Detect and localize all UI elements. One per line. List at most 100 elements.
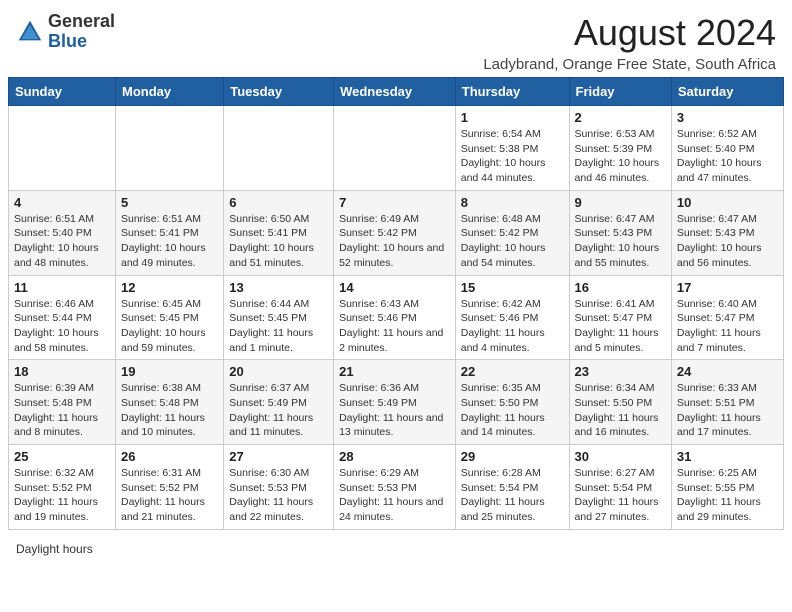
logo-text: General Blue [48, 12, 115, 52]
day-info: Sunrise: 6:47 AMSunset: 5:43 PMDaylight:… [575, 212, 666, 271]
calendar-cell: 21 Sunrise: 6:36 AMSunset: 5:49 PMDayligh… [334, 360, 456, 445]
logo: General Blue [16, 12, 115, 52]
day-number: 21 [339, 364, 450, 379]
day-number: 17 [677, 280, 778, 295]
day-number: 9 [575, 195, 666, 210]
calendar-cell: 13 Sunrise: 6:44 AMSunset: 5:45 PMDayligh… [224, 275, 334, 360]
day-info: Sunrise: 6:34 AMSunset: 5:50 PMDaylight:… [575, 381, 666, 440]
day-info: Sunrise: 6:48 AMSunset: 5:42 PMDaylight:… [461, 212, 564, 271]
calendar-cell: 23Sunrise: 6:34 AMSunset: 5:50 PMDayligh… [569, 360, 671, 445]
day-number: 18 [14, 364, 110, 379]
day-number: 11 [14, 280, 110, 295]
day-number: 6 [229, 195, 328, 210]
day-info: Sunrise: 6:40 AMSunset: 5:47 PMDaylight:… [677, 297, 778, 356]
day-info: Sunrise: 6:46 AMSunset: 5:44 PMDaylight:… [14, 297, 110, 356]
calendar-cell: 4 Sunrise: 6:51 AMSunset: 5:40 PMDaylight… [9, 190, 116, 275]
day-info: Sunrise: 6:25 AMSunset: 5:55 PMDaylight:… [677, 466, 778, 525]
day-number: 14 [339, 280, 450, 295]
day-number: 28 [339, 449, 450, 464]
calendar-cell: 27 Sunrise: 6:30 AMSunset: 5:53 PMDayligh… [224, 445, 334, 530]
calendar-week-4: 18Sunrise: 6:39 AMSunset: 5:48 PMDayligh… [9, 360, 784, 445]
day-info: Sunrise: 6:54 AMSunset: 5:38 PMDaylight:… [461, 127, 564, 186]
calendar-cell: 10Sunrise: 6:47 AMSunset: 5:43 PMDayligh… [671, 190, 783, 275]
logo-icon [16, 18, 44, 46]
day-number: 19 [121, 364, 218, 379]
day-info: Sunrise: 6:33 AMSunset: 5:51 PMDaylight:… [677, 381, 778, 440]
calendar-header-friday: Friday [569, 78, 671, 106]
calendar-cell [9, 106, 116, 191]
day-info: Sunrise: 6:36 AMSunset: 5:49 PMDaylight:… [339, 381, 450, 440]
calendar-cell: 17 Sunrise: 6:40 AMSunset: 5:47 PMDayligh… [671, 275, 783, 360]
calendar-header-sunday: Sunday [9, 78, 116, 106]
day-number: 5 [121, 195, 218, 210]
day-number: 26 [121, 449, 218, 464]
day-info: Sunrise: 6:38 AMSunset: 5:48 PMDaylight:… [121, 381, 218, 440]
day-info: Sunrise: 6:43 AMSunset: 5:46 PMDaylight:… [339, 297, 450, 356]
day-info: Sunrise: 6:30 AMSunset: 5:53 PMDaylight:… [229, 466, 328, 525]
calendar-cell: 2 Sunrise: 6:53 AMSunset: 5:39 PMDaylight… [569, 106, 671, 191]
calendar-cell: 16 Sunrise: 6:41 AMSunset: 5:47 PMDayligh… [569, 275, 671, 360]
calendar-cell: 11 Sunrise: 6:46 AMSunset: 5:44 PMDayligh… [9, 275, 116, 360]
calendar-cell: 15 Sunrise: 6:42 AMSunset: 5:46 PMDayligh… [455, 275, 569, 360]
calendar-cell: 7Sunrise: 6:49 AMSunset: 5:42 PMDaylight… [334, 190, 456, 275]
logo-blue: Blue [48, 31, 87, 51]
day-number: 15 [461, 280, 564, 295]
calendar-week-3: 11 Sunrise: 6:46 AMSunset: 5:44 PMDayligh… [9, 275, 784, 360]
calendar-cell: 26 Sunrise: 6:31 AMSunset: 5:52 PMDayligh… [116, 445, 224, 530]
day-number: 2 [575, 110, 666, 125]
day-number: 1 [461, 110, 564, 125]
day-info: Sunrise: 6:27 AMSunset: 5:54 PMDaylight:… [575, 466, 666, 525]
calendar-header-wednesday: Wednesday [334, 78, 456, 106]
day-number: 29 [461, 449, 564, 464]
logo-general: General [48, 11, 115, 31]
day-number: 10 [677, 195, 778, 210]
calendar-cell: 30 Sunrise: 6:27 AMSunset: 5:54 PMDayligh… [569, 445, 671, 530]
calendar-cell: 24 Sunrise: 6:33 AMSunset: 5:51 PMDayligh… [671, 360, 783, 445]
day-info: Sunrise: 6:42 AMSunset: 5:46 PMDaylight:… [461, 297, 564, 356]
day-info: Sunrise: 6:51 AMSunset: 5:41 PMDaylight:… [121, 212, 218, 271]
calendar-cell: 29Sunrise: 6:28 AMSunset: 5:54 PMDayligh… [455, 445, 569, 530]
calendar-cell: 9 Sunrise: 6:47 AMSunset: 5:43 PMDaylight… [569, 190, 671, 275]
calendar-cell: 31 Sunrise: 6:25 AMSunset: 5:55 PMDayligh… [671, 445, 783, 530]
calendar-cell: 3Sunrise: 6:52 AMSunset: 5:40 PMDaylight… [671, 106, 783, 191]
day-number: 4 [14, 195, 110, 210]
day-info: Sunrise: 6:32 AMSunset: 5:52 PMDaylight:… [14, 466, 110, 525]
calendar-week-1: 1 Sunrise: 6:54 AMSunset: 5:38 PMDaylight… [9, 106, 784, 191]
day-number: 24 [677, 364, 778, 379]
calendar-cell: 6Sunrise: 6:50 AMSunset: 5:41 PMDaylight… [224, 190, 334, 275]
page-header: General Blue August 2024 Ladybrand, Oran… [0, 0, 792, 77]
month-title: August 2024 [483, 12, 776, 54]
day-number: 13 [229, 280, 328, 295]
calendar-cell: 14 Sunrise: 6:43 AMSunset: 5:46 PMDayligh… [334, 275, 456, 360]
calendar-header-row: SundayMondayTuesdayWednesdayThursdayFrid… [9, 78, 784, 106]
day-number: 12 [121, 280, 218, 295]
title-block: August 2024 Ladybrand, Orange Free State… [483, 12, 776, 73]
day-number: 16 [575, 280, 666, 295]
day-number: 31 [677, 449, 778, 464]
day-number: 3 [677, 110, 778, 125]
calendar-cell: 28 Sunrise: 6:29 AMSunset: 5:53 PMDayligh… [334, 445, 456, 530]
calendar-cell: 18Sunrise: 6:39 AMSunset: 5:48 PMDayligh… [9, 360, 116, 445]
calendar-header-monday: Monday [116, 78, 224, 106]
day-info: Sunrise: 6:41 AMSunset: 5:47 PMDaylight:… [575, 297, 666, 356]
day-info: Sunrise: 6:29 AMSunset: 5:53 PMDaylight:… [339, 466, 450, 525]
day-number: 20 [229, 364, 328, 379]
day-info: Sunrise: 6:44 AMSunset: 5:45 PMDaylight:… [229, 297, 328, 356]
calendar-cell: 8 Sunrise: 6:48 AMSunset: 5:42 PMDaylight… [455, 190, 569, 275]
calendar-week-5: 25 Sunrise: 6:32 AMSunset: 5:52 PMDayligh… [9, 445, 784, 530]
day-number: 7 [339, 195, 450, 210]
calendar-header-saturday: Saturday [671, 78, 783, 106]
day-number: 8 [461, 195, 564, 210]
day-number: 27 [229, 449, 328, 464]
calendar-week-2: 4 Sunrise: 6:51 AMSunset: 5:40 PMDaylight… [9, 190, 784, 275]
calendar-container: SundayMondayTuesdayWednesdayThursdayFrid… [0, 77, 792, 538]
day-info: Sunrise: 6:53 AMSunset: 5:39 PMDaylight:… [575, 127, 666, 186]
day-info: Sunrise: 6:51 AMSunset: 5:40 PMDaylight:… [14, 212, 110, 271]
day-number: 25 [14, 449, 110, 464]
calendar-header-tuesday: Tuesday [224, 78, 334, 106]
day-number: 22 [461, 364, 564, 379]
day-info: Sunrise: 6:45 AMSunset: 5:45 PMDaylight:… [121, 297, 218, 356]
day-number: 30 [575, 449, 666, 464]
calendar-cell [334, 106, 456, 191]
day-info: Sunrise: 6:31 AMSunset: 5:52 PMDaylight:… [121, 466, 218, 525]
